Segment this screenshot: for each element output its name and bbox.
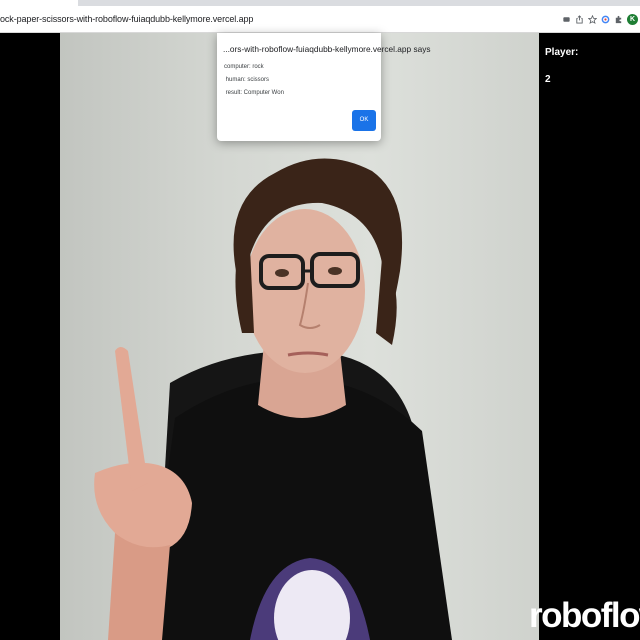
alert-line-computer: computer: rock <box>224 64 264 70</box>
extensions-icon[interactable] <box>614 15 623 24</box>
alert-line-human: human: scissors <box>224 77 270 83</box>
player-score: 2 <box>545 74 551 85</box>
url-text[interactable]: ock-paper-scissors-with-roboflow-fuiaqdu… <box>0 6 253 33</box>
scoreboard-panel: Player: 2 <box>539 33 640 640</box>
extension-puzzle-icon[interactable] <box>562 15 571 24</box>
share-icon[interactable] <box>575 15 584 24</box>
toolbar-icons: K <box>562 6 638 33</box>
alert-title: ...ors-with-roboflow-fuiaqdubb-kellymore… <box>223 44 431 54</box>
roboflow-logo: roboflow <box>529 596 640 635</box>
google-lens-icon[interactable] <box>601 15 610 24</box>
alert-dialog: ...ors-with-roboflow-fuiaqdubb-kellymore… <box>217 33 431 141</box>
profile-avatar[interactable]: K <box>627 14 638 25</box>
address-bar[interactable]: ock-paper-scissors-with-roboflow-fuiaqdu… <box>0 6 640 33</box>
alert-line-result: result: Computer Won <box>224 90 284 96</box>
ok-button[interactable]: OK <box>352 110 376 131</box>
left-letterbox <box>0 33 60 640</box>
bookmark-star-icon[interactable] <box>588 15 597 24</box>
player-label: Player: <box>545 47 579 58</box>
